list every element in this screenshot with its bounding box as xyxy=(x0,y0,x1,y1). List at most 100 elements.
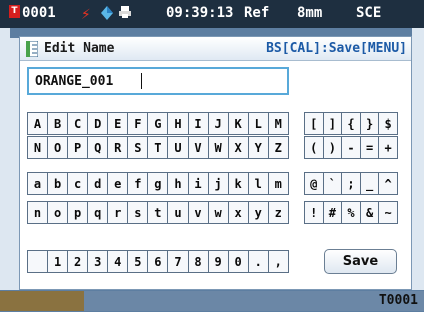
key[interactable]: O xyxy=(48,137,68,158)
key[interactable]: @ xyxy=(305,173,323,194)
key[interactable]: ~ xyxy=(379,202,397,223)
key[interactable]: e xyxy=(108,173,128,194)
key[interactable]: y xyxy=(248,202,268,223)
key[interactable]: 9 xyxy=(208,251,228,272)
key[interactable]: o xyxy=(48,202,68,223)
target-badge: T xyxy=(9,5,20,18)
bottom-bar: T0001 xyxy=(0,290,424,312)
key[interactable]: ^ xyxy=(379,173,397,194)
key[interactable]: s xyxy=(128,202,148,223)
key[interactable]: . xyxy=(248,251,268,272)
key[interactable]: u xyxy=(168,202,188,223)
aperture-indicator: 8mm xyxy=(297,5,323,21)
key[interactable]: ) xyxy=(323,137,342,158)
key[interactable]: 8 xyxy=(188,251,208,272)
key[interactable]: I xyxy=(188,113,208,134)
key-row-symbols-4: ! #% & ~ xyxy=(304,201,398,224)
key[interactable]: M xyxy=(268,113,288,134)
key[interactable]: # xyxy=(323,202,342,223)
key[interactable]: ; xyxy=(342,173,360,194)
key[interactable]: - xyxy=(342,137,360,158)
status-bar: T 0001 ⚡ 09:39:13 Ref 8mm SCE xyxy=(0,0,424,28)
key[interactable]: c xyxy=(68,173,88,194)
key[interactable]: V xyxy=(188,137,208,158)
key[interactable]: ( xyxy=(305,137,323,158)
key[interactable]: C xyxy=(68,113,88,134)
key[interactable]: ! xyxy=(305,202,323,223)
key[interactable]: ] xyxy=(323,113,342,134)
key[interactable]: 0 xyxy=(228,251,248,272)
key[interactable]: l xyxy=(248,173,268,194)
key[interactable]: L xyxy=(248,113,268,134)
key[interactable]: b xyxy=(48,173,68,194)
key[interactable]: 5 xyxy=(128,251,148,272)
key[interactable]: S xyxy=(128,137,148,158)
key[interactable]: B xyxy=(48,113,68,134)
key[interactable]: h xyxy=(168,173,188,194)
dialog-hint: BS[CAL]:Save[MENU] xyxy=(266,41,407,56)
key[interactable]: t xyxy=(148,202,168,223)
key[interactable]: 7 xyxy=(168,251,188,272)
key[interactable]: j xyxy=(208,173,228,194)
key[interactable]: w xyxy=(208,202,228,223)
key[interactable]: N xyxy=(28,137,48,158)
key[interactable]: ` xyxy=(323,173,342,194)
key[interactable]: 1 xyxy=(48,251,68,272)
key[interactable]: + xyxy=(379,137,397,158)
key[interactable]: 3 xyxy=(88,251,108,272)
dialog-title: Edit Name xyxy=(44,41,115,56)
name-input[interactable]: ORANGE_001 xyxy=(27,67,289,95)
key[interactable]: % xyxy=(342,202,360,223)
key[interactable]: i xyxy=(188,173,208,194)
key[interactable]: W xyxy=(208,137,228,158)
key[interactable]: T xyxy=(148,137,168,158)
key[interactable]: E xyxy=(108,113,128,134)
key[interactable]: & xyxy=(360,202,379,223)
key[interactable]: U xyxy=(168,137,188,158)
key-row-symbols-3: @ `; _ ^ xyxy=(304,172,398,195)
key[interactable]: Y xyxy=(248,137,268,158)
key[interactable]: D xyxy=(88,113,108,134)
target-tab[interactable]: T0001 xyxy=(360,291,424,311)
key[interactable]: [ xyxy=(305,113,323,134)
key[interactable]: z xyxy=(268,202,288,223)
key[interactable]: a xyxy=(28,173,48,194)
key[interactable]: 6 xyxy=(148,251,168,272)
key[interactable]: , xyxy=(268,251,288,272)
key[interactable]: P xyxy=(68,137,88,158)
key[interactable]: x xyxy=(228,202,248,223)
key[interactable]: 4 xyxy=(108,251,128,272)
key[interactable]: v xyxy=(188,202,208,223)
key[interactable]: J xyxy=(208,113,228,134)
key[interactable]: { xyxy=(342,113,360,134)
key[interactable]: d xyxy=(88,173,108,194)
key[interactable]: f xyxy=(128,173,148,194)
key[interactable]: 2 xyxy=(68,251,88,272)
key[interactable]: H xyxy=(168,113,188,134)
save-button[interactable]: Save xyxy=(324,249,397,274)
key[interactable]: F xyxy=(128,113,148,134)
bottom-tab-1[interactable] xyxy=(0,291,84,311)
key[interactable]: m xyxy=(268,173,288,194)
key[interactable]: X xyxy=(228,137,248,158)
key[interactable]: n xyxy=(28,202,48,223)
key[interactable]: r xyxy=(108,202,128,223)
key[interactable]: K xyxy=(228,113,248,134)
key[interactable]: g xyxy=(148,173,168,194)
key[interactable]: Q xyxy=(88,137,108,158)
key[interactable]: A xyxy=(28,113,48,134)
key[interactable]: _ xyxy=(360,173,379,194)
key[interactable]: q xyxy=(88,202,108,223)
key[interactable]: Z xyxy=(268,137,288,158)
key[interactable]: = xyxy=(360,137,379,158)
key[interactable]: G xyxy=(148,113,168,134)
key[interactable]: k xyxy=(228,173,248,194)
key-row-symbols-1: []{} $ xyxy=(304,112,398,135)
bottom-tab-2[interactable] xyxy=(84,291,360,311)
key-blank[interactable] xyxy=(28,251,48,272)
key[interactable]: $ xyxy=(379,113,397,134)
clock: 09:39:13 xyxy=(166,5,234,21)
key[interactable]: R xyxy=(108,137,128,158)
key[interactable]: } xyxy=(360,113,379,134)
key[interactable]: p xyxy=(68,202,88,223)
